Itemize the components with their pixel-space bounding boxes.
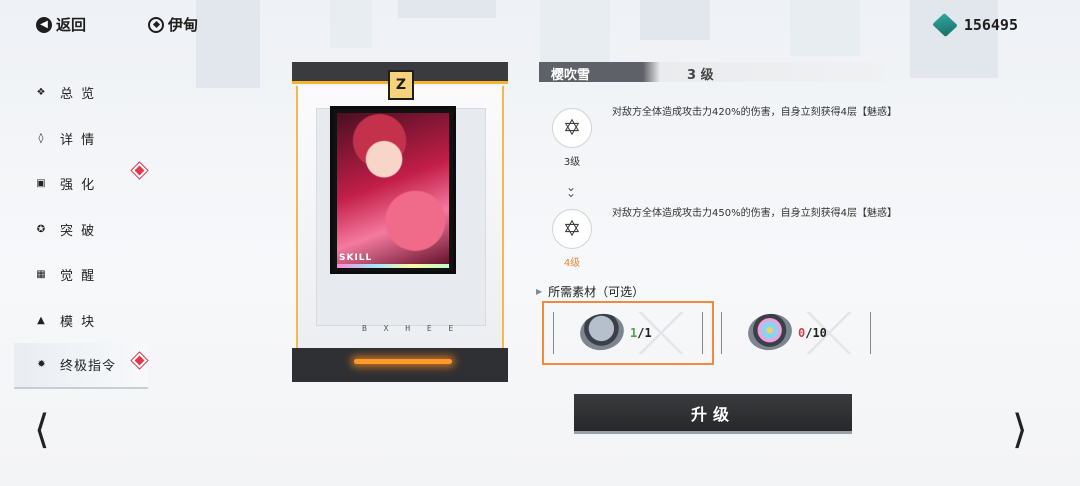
glow-bar [354, 359, 452, 364]
sidebar-item-breakthrough[interactable]: ✪ 突 破 [14, 207, 154, 253]
upgrade-button[interactable]: 升级 [574, 394, 852, 434]
sidebar-item-label: 详 情 [60, 132, 97, 148]
skill-card: Z SKILL B X H E E [292, 62, 508, 382]
enhance-icon: ▣ [36, 178, 48, 190]
sidebar-item-label: 强 化 [60, 178, 97, 194]
character-diamond-icon [148, 16, 164, 33]
notification-badge [134, 355, 145, 366]
sidebar-item-overview[interactable]: ❖ 总 览 [14, 70, 154, 116]
materials-title-label: 所需素材（可选） [548, 285, 645, 299]
material-item-icon [577, 310, 627, 354]
holo-stripe [337, 264, 449, 268]
play-tag-icon: ▶ [536, 287, 543, 296]
sidebar-item-label: 突 破 [60, 223, 97, 239]
background-block [196, 0, 260, 88]
notification-badge [134, 165, 145, 176]
hexagram-icon: ✡ [552, 108, 592, 148]
background-block [398, 0, 496, 18]
sidebar-item-label: 总 览 [60, 87, 97, 103]
currency-amount: 156495 [963, 16, 1018, 34]
previous-arrow-icon[interactable]: ⟨ [34, 410, 50, 450]
back-label: 返回 [56, 16, 87, 34]
material-slot[interactable]: 1/1 [542, 301, 714, 365]
skill-current-level: 3 级 [687, 68, 714, 83]
sidebar-item-module[interactable]: ▲ 模 块 [14, 298, 154, 344]
chevron-down-icon: ⌄ ⌄ [566, 180, 577, 200]
background-block [790, 0, 860, 56]
skill-description: 对敌方全体造成攻击力420%的伤害，自身立刻获得4层【魅惑】 [612, 107, 897, 118]
background-block [640, 0, 710, 40]
next-arrow-icon[interactable]: ⟩ [1012, 410, 1028, 450]
back-button[interactable]: ◀ 返回 [36, 14, 86, 35]
materials-title: ▶ 所需素材（可选） [536, 283, 644, 300]
sidebar: ❖ 总 览 ◊ 详 情 ▣ 强 化 ✪ 突 破 ▦ 觉 醒 ▲ 模 块 ✹ 终极… [14, 70, 154, 389]
sidebar-item-label: 模 块 [60, 314, 97, 330]
skill-header: 樱吹雪 3 级 [539, 62, 885, 83]
background-block [910, 0, 998, 78]
card-emblem-icon: Z [388, 70, 414, 100]
sidebar-item-label: 觉 醒 [60, 269, 97, 285]
hexagram-icon: ✡ [552, 209, 592, 249]
skill-name: 樱吹雪 [551, 68, 591, 83]
sidebar-item-awaken[interactable]: ▦ 觉 醒 [14, 252, 154, 298]
level-caption: 4级 [563, 258, 581, 269]
material-item-icon [745, 310, 795, 354]
level-caption: 3级 [563, 157, 581, 168]
details-icon: ◊ [38, 132, 46, 144]
material-need: /1 [637, 326, 652, 340]
character-name: 伊甸 [148, 14, 198, 35]
card-art-label: SKILL [339, 253, 373, 263]
background-block [540, 0, 610, 62]
character-portrait [337, 113, 449, 267]
background-block [330, 0, 372, 48]
material-slot[interactable]: 0/10 [721, 310, 871, 354]
ultimate-icon: ✹ [37, 359, 47, 371]
sidebar-item-enhance[interactable]: ▣ 强 化 [14, 161, 154, 207]
card-code: B X H E E [362, 324, 460, 333]
material-count: 1/1 [630, 326, 652, 340]
material-count: 0/10 [798, 326, 827, 340]
module-icon: ▲ [37, 314, 47, 326]
overview-icon: ❖ [36, 87, 48, 99]
sidebar-item-label: 终极指令 [60, 359, 117, 375]
currency-display: 156495 [931, 12, 1018, 38]
character-name-label: 伊甸 [168, 16, 199, 34]
breakthrough-icon: ✪ [36, 223, 48, 235]
card-artwork: SKILL [330, 106, 456, 274]
sidebar-item-ultimate[interactable]: ✹ 终极指令 [14, 343, 148, 389]
awaken-icon: ▦ [36, 269, 48, 281]
gem-icon [931, 12, 958, 38]
material-need: /10 [805, 326, 827, 340]
skill-description: 对敌方全体造成攻击力450%的伤害，自身立刻获得4层【魅惑】 [612, 208, 897, 219]
back-arrow-icon: ◀ [36, 16, 52, 33]
sidebar-item-details[interactable]: ◊ 详 情 [14, 116, 154, 162]
card-bottom-bar [292, 348, 508, 382]
